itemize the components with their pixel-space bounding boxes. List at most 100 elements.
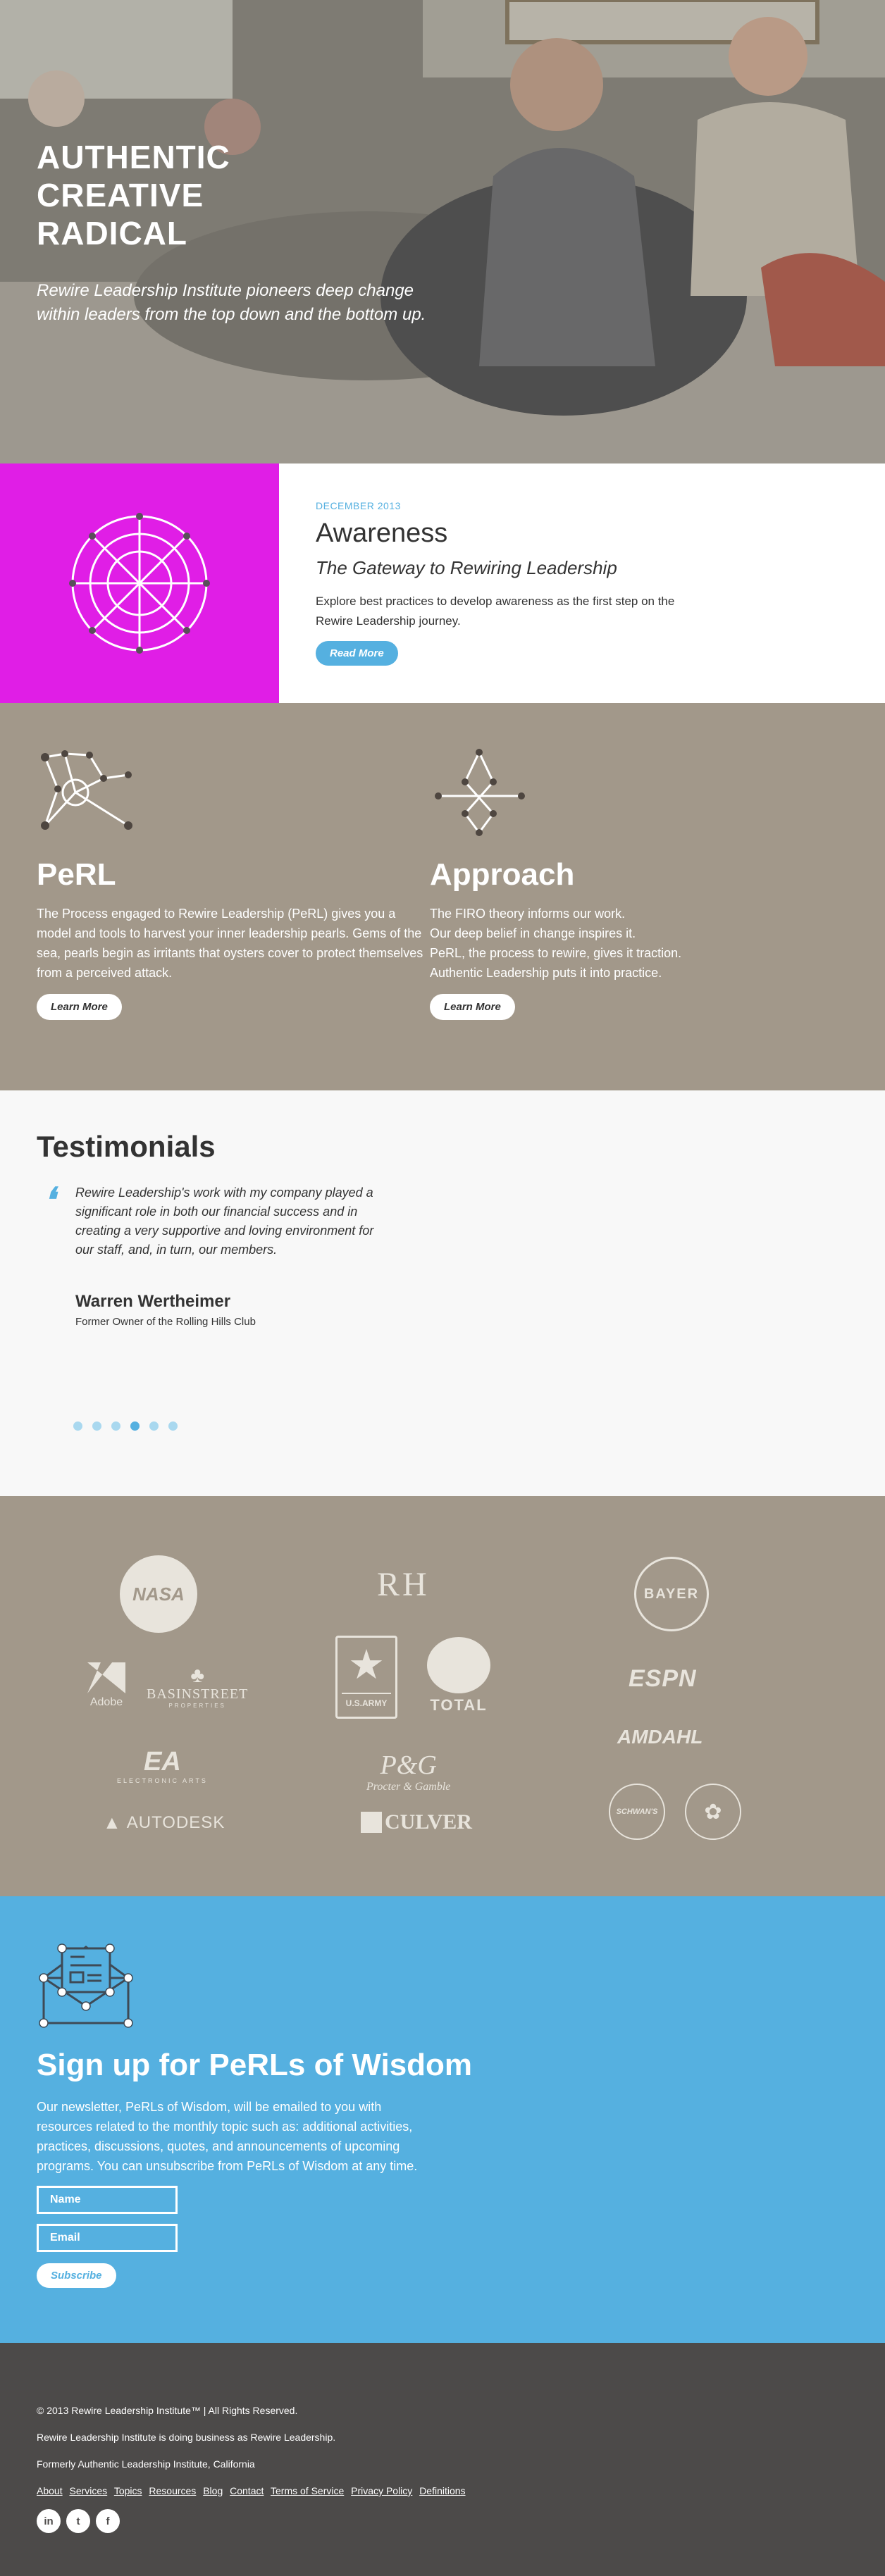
signup-text: Our newsletter, PeRLs of Wisdom, will be… — [37, 2100, 418, 2173]
culver-logo: CULVER — [361, 1810, 472, 1834]
approach-line: The FIRO theory informs our work. — [430, 907, 626, 921]
radial-network-icon — [69, 513, 210, 654]
adobe-logo-text: Adobe — [89, 1696, 123, 1708]
pg-logo-text: P&G — [380, 1750, 437, 1780]
testimonial-author-role: Former Owner of the Rolling Hills Club — [75, 1316, 256, 1328]
carousel-dot[interactable] — [168, 1421, 178, 1431]
usarmy-logo: ★ U.S.ARMY — [335, 1636, 397, 1719]
nasa-logo: NASA — [120, 1555, 197, 1633]
newsletter-envelope-icon — [39, 1943, 133, 2028]
basinstreet-mark-icon: ♣ — [190, 1664, 205, 1687]
pg-logo-subtext: Procter & Gamble — [366, 1781, 451, 1793]
carousel-dot[interactable] — [111, 1421, 120, 1431]
twitter-icon[interactable]: t — [66, 2509, 90, 2533]
espn-logo: ESPN — [629, 1665, 697, 1692]
schwans-logo: SCHWAN'S — [609, 1784, 665, 1840]
approach-line: Authentic Leadership puts it into practi… — [430, 966, 662, 980]
quote-icon: ❛ — [44, 1182, 55, 1219]
footer-link-resources[interactable]: Resources — [149, 2485, 196, 2496]
subscribe-button[interactable]: Subscribe — [37, 2263, 116, 2288]
carousel-dot[interactable] — [92, 1421, 101, 1431]
culver-mark-icon — [361, 1812, 382, 1833]
social-links: in t f — [37, 2509, 848, 2533]
testimonial-quote-block: ❛ Rewire Leadership's work with my compa… — [37, 1182, 375, 1259]
ea-logo-text: EA — [144, 1747, 181, 1777]
hero-heading: AUTHENTIC CREATIVE RADICAL — [37, 138, 459, 252]
footer-link-services[interactable]: Services — [69, 2485, 107, 2496]
hero-tagline: Rewire Leadership Institute pioneers dee… — [37, 281, 426, 324]
bayer-logo-text: BAYER — [643, 1586, 700, 1602]
pg-logo: P&G Procter & Gamble — [366, 1750, 450, 1793]
footer-link-topics[interactable]: Topics — [114, 2485, 142, 2496]
hero-heading-line: AUTHENTIC — [37, 139, 230, 175]
dba-text: Rewire Leadership Institute is doing bus… — [37, 2432, 336, 2443]
perl-column: PeRL The Process engaged to Rewire Leade… — [37, 747, 430, 1090]
total-logo: TOTAL — [427, 1637, 490, 1715]
hero-heading-line: CREATIVE — [37, 177, 204, 213]
carousel-dots — [73, 1421, 178, 1431]
schwans-logo-text: SCHWAN'S — [616, 1807, 658, 1816]
autodesk-mark-icon: ▲ — [103, 1812, 121, 1833]
autodesk-logo-text: AUTODESK — [126, 1812, 225, 1832]
site-footer: © 2013 Rewire Leadership Institute™ | Al… — [0, 2343, 885, 2576]
approach-title: Approach — [430, 857, 575, 892]
email-field[interactable]: Email — [37, 2224, 178, 2252]
bayer-logo: BAYER — [634, 1557, 709, 1631]
star-icon: ★ — [348, 1642, 385, 1688]
adobe-logo: Adobe — [87, 1662, 125, 1709]
testimonial-quote: Rewire Leadership's work with my company… — [75, 1186, 374, 1257]
total-mark-icon — [427, 1637, 490, 1693]
testimonial-author: Warren Wertheimer — [75, 1292, 231, 1311]
ea-logo-subtext: ELECTRONIC ARTS — [117, 1777, 208, 1784]
client-logos-section: NASA RH BAYER Adobe ♣ BASINSTREET PROPER… — [0, 1496, 885, 1896]
awareness-title: Awareness — [316, 518, 448, 548]
adobe-mark-icon — [87, 1662, 125, 1693]
awareness-content: DECEMBER 2013 Awareness The Gateway to R… — [279, 463, 885, 703]
approach-text: The FIRO theory informs our work. Our de… — [430, 904, 823, 983]
seal-logo: ✿ — [685, 1784, 741, 1840]
facebook-icon[interactable]: f — [96, 2509, 120, 2533]
footer-links: About Services Topics Resources Blog Con… — [37, 2485, 848, 2496]
ea-logo: EA ELECTRONIC ARTS — [117, 1747, 208, 1784]
approach-network-icon — [435, 749, 525, 836]
hero-heading-line: RADICAL — [37, 215, 187, 251]
name-field[interactable]: Name — [37, 2186, 178, 2214]
autodesk-logo: ▲ AUTODESK — [103, 1812, 225, 1834]
carousel-dot[interactable] — [73, 1421, 82, 1431]
approach-line: PeRL, the process to rewire, gives it tr… — [430, 946, 682, 960]
carousel-dot-active[interactable] — [130, 1421, 140, 1431]
perl-approach-section: PeRL The Process engaged to Rewire Leade… — [0, 703, 885, 1090]
perl-learn-more-button[interactable]: Learn More — [37, 994, 122, 1020]
footer-link-terms[interactable]: Terms of Service — [271, 2485, 344, 2496]
testimonials-section: Testimonials ❛ Rewire Leadership's work … — [0, 1090, 885, 1496]
amdahl-logo: AMDAHL — [617, 1726, 703, 1748]
basinstreet-logo-text: BASINSTREET — [147, 1686, 249, 1702]
total-logo-text: TOTAL — [430, 1696, 488, 1714]
rh-logo: RH — [377, 1566, 430, 1603]
read-more-button[interactable]: Read More — [316, 641, 398, 666]
testimonials-title: Testimonials — [37, 1130, 216, 1163]
perl-text: The Process engaged to Rewire Leadership… — [37, 907, 423, 980]
perl-network-icon — [41, 750, 132, 830]
footer-link-definitions[interactable]: Definitions — [419, 2485, 465, 2496]
culver-logo-text: CULVER — [385, 1810, 472, 1834]
carousel-dot[interactable] — [149, 1421, 159, 1431]
footer-link-contact[interactable]: Contact — [230, 2485, 264, 2496]
copyright-text: © 2013 Rewire Leadership Institute™ | Al… — [37, 2405, 298, 2416]
footer-link-about[interactable]: About — [37, 2485, 63, 2496]
footer-link-privacy[interactable]: Privacy Policy — [351, 2485, 412, 2496]
approach-column: Approach The FIRO theory informs our wor… — [430, 747, 823, 1090]
approach-line: Our deep belief in change inspires it. — [430, 926, 636, 940]
usarmy-logo-text: U.S.ARMY — [342, 1693, 391, 1708]
newsletter-signup-section: Sign up for PeRLs of Wisdom Our newslett… — [0, 1896, 885, 2343]
basinstreet-logo-subtext: PROPERTIES — [168, 1703, 226, 1709]
formerly-text: Formerly Authentic Leadership Institute,… — [37, 2458, 255, 2470]
awareness-section: DECEMBER 2013 Awareness The Gateway to R… — [0, 463, 885, 703]
linkedin-icon[interactable]: in — [37, 2509, 61, 2533]
approach-learn-more-button[interactable]: Learn More — [430, 994, 515, 1020]
post-date: DECEMBER 2013 — [316, 500, 401, 511]
awareness-subtitle: The Gateway to Rewiring Leadership — [316, 557, 617, 578]
signup-title: Sign up for PeRLs of Wisdom — [37, 2048, 473, 2082]
footer-link-blog[interactable]: Blog — [203, 2485, 223, 2496]
nasa-logo-text: NASA — [132, 1583, 185, 1605]
